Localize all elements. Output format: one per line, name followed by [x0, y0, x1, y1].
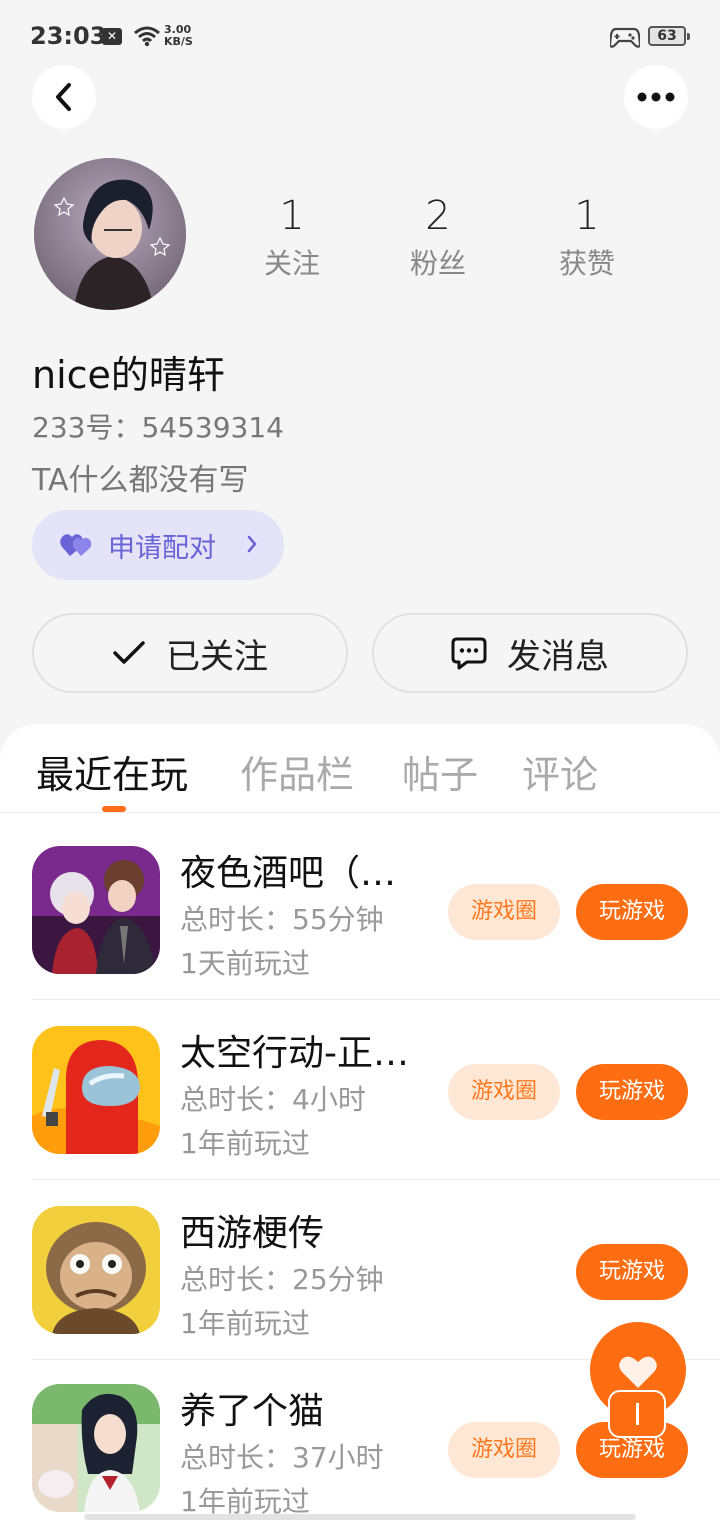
avatar-image: [34, 158, 186, 310]
user-id-label: 233号：: [32, 411, 142, 444]
user-id-line: 233号：54539314: [32, 406, 284, 446]
game-playtime: 总时长：25分钟: [180, 1263, 384, 1296]
followers-label: 粉丝: [409, 247, 466, 280]
user-id: 54539314: [141, 411, 284, 444]
game-icon-raise-cat: [32, 1384, 160, 1512]
more-button[interactable]: [624, 65, 688, 129]
following-count: 1: [279, 193, 305, 239]
bar-icon: [635, 1403, 639, 1425]
battery-indicator: 63: [648, 26, 690, 46]
floating-card-button[interactable]: [608, 1390, 666, 1438]
game-icon-space-action: [32, 1026, 160, 1154]
likes-label: 获赞: [558, 247, 615, 280]
game-last-played: 1年前玩过: [180, 1127, 310, 1160]
tab-posts[interactable]: 帖子: [402, 744, 478, 799]
status-time: 23:03: [30, 22, 107, 50]
game-icon-journey-west: [32, 1206, 160, 1334]
user-bio: TA什么都没有写: [32, 463, 249, 498]
followers-count: 2: [425, 193, 451, 239]
play-game-button[interactable]: 玩游戏: [576, 1244, 688, 1300]
pair-request-button[interactable]: 申请配对: [32, 510, 284, 580]
tab-recently-played[interactable]: 最近在玩: [36, 744, 188, 799]
game-name: 西游梗传: [180, 1213, 325, 1254]
double-heart-icon: [60, 534, 92, 556]
home-indicator: [84, 1514, 636, 1520]
play-game-button[interactable]: 玩游戏: [576, 884, 688, 940]
stat-following[interactable]: 1 关注: [232, 190, 352, 282]
x-notification-icon: ✕: [102, 28, 122, 45]
game-last-played: 1天前玩过: [180, 947, 310, 980]
game-playtime: 总时长：55分钟: [180, 903, 384, 936]
username: nice的晴轩: [32, 353, 225, 397]
wifi-icon: [134, 26, 160, 47]
speed-unit: KB/S: [164, 35, 193, 48]
tab-comments[interactable]: 评论: [522, 744, 598, 799]
chat-bubble-icon: [451, 637, 487, 670]
network-speed: 3.00 KB/S: [164, 24, 193, 48]
game-icon-nightbar: [32, 846, 160, 974]
likes-count: 1: [574, 193, 600, 239]
game-circle-button[interactable]: 游戏圈: [448, 1064, 560, 1120]
game-circle-button[interactable]: 游戏圈: [448, 1422, 560, 1478]
game-circle-button[interactable]: 游戏圈: [448, 884, 560, 940]
more-horizontal-icon: [637, 92, 675, 102]
gamepad-icon: [610, 27, 640, 48]
stat-likes[interactable]: 1 获赞: [527, 190, 647, 282]
message-button[interactable]: 发消息: [372, 613, 688, 693]
game-playtime: 总时长：4小时: [180, 1083, 366, 1116]
game-last-played: 1年前玩过: [180, 1307, 310, 1340]
game-row[interactable]: 太空行动-正… 总时长：4小时 1年前玩过 游戏圈 玩游戏: [0, 1000, 720, 1180]
following-button-label: 已关注: [166, 636, 268, 677]
stat-followers[interactable]: 2 粉丝: [378, 190, 498, 282]
following-label: 关注: [263, 247, 320, 280]
game-name: 养了个猫: [180, 1391, 325, 1432]
tab-divider: [0, 812, 720, 813]
game-playtime: 总时长：37小时: [180, 1441, 384, 1474]
game-name: 夜色酒吧（…: [180, 853, 397, 894]
check-icon: [113, 641, 145, 664]
following-button[interactable]: 已关注: [32, 613, 348, 693]
play-game-button[interactable]: 玩游戏: [576, 1064, 688, 1120]
game-name: 太空行动-正…: [180, 1033, 409, 1074]
message-button-label: 发消息: [507, 636, 609, 677]
chevron-right-icon: [247, 535, 257, 553]
avatar[interactable]: [34, 158, 186, 310]
tab-works[interactable]: 作品栏: [240, 744, 354, 799]
pair-request-label: 申请配对: [108, 532, 216, 564]
chevron-left-icon: [56, 83, 71, 111]
game-row[interactable]: 夜色酒吧（… 总时长：55分钟 1天前玩过 游戏圈 玩游戏: [0, 820, 720, 1000]
status-bar: 23:03 ✕ 3.00 KB/S 63: [0, 0, 720, 70]
back-button[interactable]: [32, 65, 96, 129]
